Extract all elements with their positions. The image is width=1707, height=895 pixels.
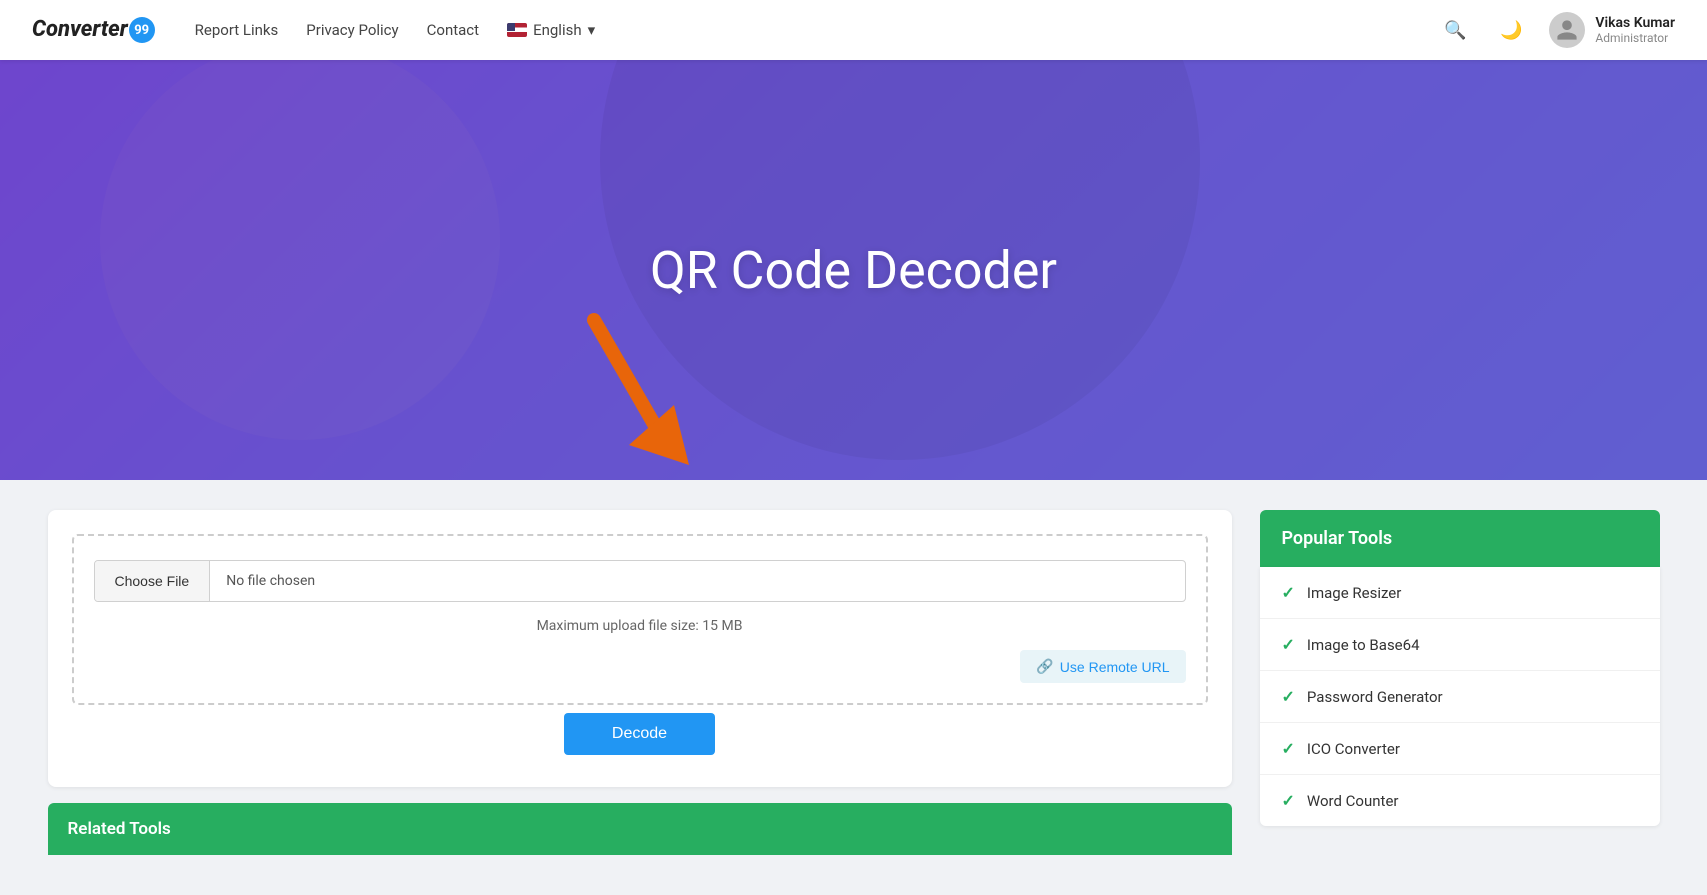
tool-card: Choose File No file chosen Maximum uploa…	[48, 510, 1232, 787]
file-input-row: Choose File No file chosen	[94, 560, 1186, 602]
nav-privacy-policy[interactable]: Privacy Policy	[306, 21, 398, 39]
flag-icon	[507, 23, 527, 37]
nav-report-links[interactable]: Report Links	[195, 21, 279, 39]
user-details: Vikas Kumar Administrator	[1595, 15, 1675, 45]
user-role: Administrator	[1595, 31, 1675, 45]
language-label: English	[533, 21, 582, 39]
sidebar-item-word-counter[interactable]: ✓ Word Counter	[1260, 775, 1660, 826]
remote-url-row: 🔗 Use Remote URL	[94, 650, 1186, 683]
avatar	[1549, 12, 1585, 48]
file-name-display: No file chosen	[210, 561, 1184, 601]
main-content: Choose File No file chosen Maximum uploa…	[24, 480, 1684, 885]
sidebar-item-image-resizer[interactable]: ✓ Image Resizer	[1260, 567, 1660, 619]
choose-file-button[interactable]: Choose File	[95, 561, 211, 601]
right-sidebar: Popular Tools ✓ Image Resizer ✓ Image to…	[1260, 510, 1660, 826]
decode-button[interactable]: Decode	[564, 713, 715, 755]
sidebar-item-label: Password Generator	[1307, 688, 1443, 706]
file-size-info: Maximum upload file size: 15 MB	[94, 618, 1186, 634]
search-icon: 🔍	[1444, 20, 1466, 41]
chevron-down-icon: ▾	[588, 21, 596, 39]
upload-area: Choose File No file chosen Maximum uploa…	[72, 534, 1208, 705]
check-icon: ✓	[1282, 583, 1295, 602]
user-info[interactable]: Vikas Kumar Administrator	[1549, 12, 1675, 48]
sidebar-item-ico-converter[interactable]: ✓ ICO Converter	[1260, 723, 1660, 775]
hero-arrow	[574, 300, 714, 480]
moon-icon: 🌙	[1500, 20, 1522, 41]
search-button[interactable]: 🔍	[1437, 12, 1473, 48]
popular-tools-header: Popular Tools	[1260, 510, 1660, 567]
brand-badge: 99	[129, 17, 155, 43]
related-tools-header: Related Tools	[48, 803, 1232, 855]
brand-logo[interactable]: Converter99	[32, 17, 155, 43]
decode-row: Decode	[72, 705, 1208, 763]
sidebar-item-image-to-base64[interactable]: ✓ Image to Base64	[1260, 619, 1660, 671]
check-icon: ✓	[1282, 791, 1295, 810]
user-name: Vikas Kumar	[1595, 15, 1675, 31]
hero-title: QR Code Decoder	[650, 240, 1057, 301]
sidebar-item-label: Word Counter	[1307, 792, 1399, 810]
sidebar-item-label: Image Resizer	[1307, 584, 1401, 602]
related-tools-section: Related Tools	[48, 803, 1232, 855]
user-avatar-icon	[1555, 18, 1579, 42]
left-panel: Choose File No file chosen Maximum uploa…	[48, 510, 1232, 855]
dark-mode-button[interactable]: 🌙	[1493, 12, 1529, 48]
link-icon: 🔗	[1036, 658, 1053, 675]
nav-links: Report Links Privacy Policy Contact Engl…	[195, 21, 1438, 39]
navbar: Converter99 Report Links Privacy Policy …	[0, 0, 1707, 60]
navbar-right: 🔍 🌙 Vikas Kumar Administrator	[1437, 12, 1675, 48]
remote-url-button[interactable]: 🔗 Use Remote URL	[1020, 650, 1185, 683]
nav-contact[interactable]: Contact	[427, 21, 479, 39]
sidebar-item-label: Image to Base64	[1307, 636, 1420, 654]
check-icon: ✓	[1282, 739, 1295, 758]
hero-section: QR Code Decoder	[0, 60, 1707, 480]
check-icon: ✓	[1282, 635, 1295, 654]
sidebar-item-label: ICO Converter	[1307, 740, 1400, 758]
check-icon: ✓	[1282, 687, 1295, 706]
language-selector[interactable]: English ▾	[507, 21, 595, 39]
sidebar-item-password-generator[interactable]: ✓ Password Generator	[1260, 671, 1660, 723]
remote-url-label: Use Remote URL	[1060, 659, 1170, 675]
popular-tools-list: ✓ Image Resizer ✓ Image to Base64 ✓ Pass…	[1260, 567, 1660, 826]
brand-name: Converter	[32, 17, 128, 42]
